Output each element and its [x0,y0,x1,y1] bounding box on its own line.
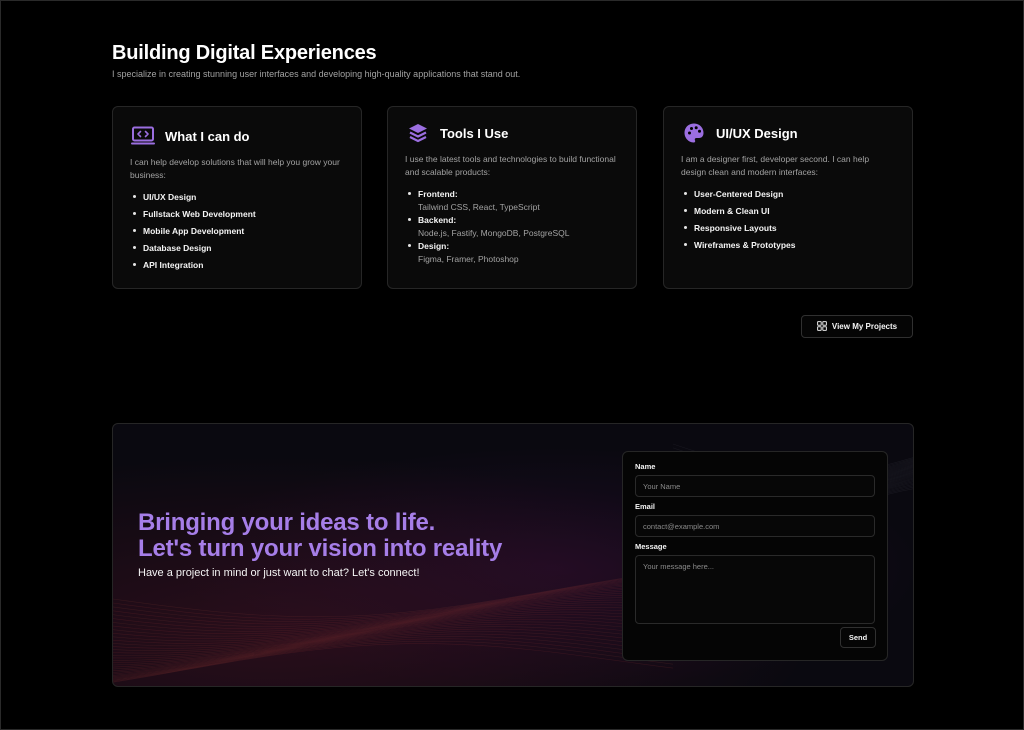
card-tools: Tools I Use I use the latest tools and t… [387,106,637,289]
card-description: I can help develop solutions that will h… [130,157,340,180]
list-item: User-Centered Design [681,188,896,200]
page-title: Building Digital Experiences [112,42,377,64]
tool-names: Node.js, Fastify, MongoDB, PostgreSQL [418,227,570,238]
message-field[interactable] [635,555,875,624]
list-item: Mobile App Development [130,225,345,237]
design-list: User-Centered Design Modern & Clean UI R… [681,188,896,251]
page-subtitle: I specialize in creating stunning user i… [112,69,521,79]
layers-icon [405,122,430,144]
card-title: Tools I Use [440,125,509,141]
contact-heading-line: Let's turn your vision into reality [138,535,503,562]
list-item: Frontend: Tailwind CSS, React, TypeScrip… [405,188,620,213]
tool-names: Tailwind CSS, React, TypeScript [418,201,540,212]
list-item: Database Design [130,242,345,254]
list-item: Design: Figma, Framer, Photoshop [405,240,620,265]
grid-icon [816,320,827,333]
contact-heading-line: Bringing your ideas to life. [138,509,436,536]
name-field[interactable] [635,475,875,497]
code-monitor-icon [130,125,155,147]
tool-names: Figma, Framer, Photoshop [418,253,519,264]
list-item: Fullstack Web Development [130,208,345,220]
card-description: I use the latest tools and technologies … [405,154,616,177]
card-title: UI/UX Design [716,125,798,141]
list-item: API Integration [130,259,345,271]
list-item: Modern & Clean UI [681,205,896,217]
send-button[interactable]: Send [840,627,876,648]
email-field[interactable] [635,515,875,537]
tool-category: Frontend: [418,189,458,199]
card-what-i-can-do: What I can do I can help develop solutio… [112,106,362,289]
view-projects-label: View My Projects [831,322,898,331]
message-label: Message [635,542,667,551]
name-label: Name [635,462,656,471]
tool-category: Backend: [418,215,457,225]
list-item: Wireframes & Prototypes [681,239,896,251]
wave-line [113,573,674,622]
contact-heading: Bringing your ideas to life. Let's turn … [138,510,502,562]
card-uiux-design: UI/UX Design I am a designer first, deve… [663,106,913,289]
list-item: Backend: Node.js, Fastify, MongoDB, Post… [405,214,620,239]
view-projects-button[interactable]: View My Projects [801,315,913,338]
tools-list: Frontend: Tailwind CSS, React, TypeScrip… [405,188,620,265]
list-item: Responsive Layouts [681,222,896,234]
contact-subtitle: Have a project in mind or just want to c… [138,567,420,579]
palette-icon [681,122,706,144]
email-label: Email [635,502,656,511]
card-title: What I can do [165,128,250,144]
list-item: UI/UX Design [130,191,345,203]
tool-category: Design: [418,241,450,251]
contact-form: Name Email Message Send [622,451,888,661]
card-description: I am a designer first, developer second.… [681,154,870,177]
skills-list: UI/UX Design Fullstack Web Development M… [130,191,345,271]
contact-section: Bringing your ideas to life. Let's turn … [112,423,914,687]
